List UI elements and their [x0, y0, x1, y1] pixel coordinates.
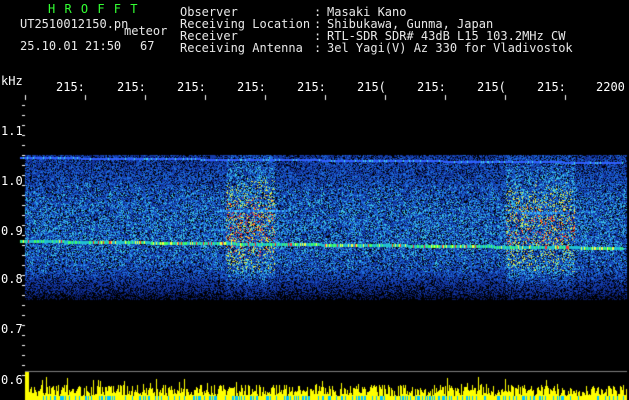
spectrogram-canvas — [0, 0, 629, 400]
x-tick-label: 215: — [117, 80, 146, 94]
meteor-label: meteor — [124, 24, 168, 38]
meteor-count: 67 — [140, 39, 155, 53]
filename-label: UT2510012150.pn — [20, 17, 129, 31]
y-tick-label: 0.7 — [1, 322, 23, 336]
y-tick-label: 0.9 — [1, 224, 23, 238]
value-antenna: 3el Yagi(V) Az 330 for Vladivostok — [327, 41, 573, 55]
x-tick-label: 215: — [177, 80, 206, 94]
y-tick-label: 0.8 — [1, 272, 23, 286]
x-tick-label: 2200 — [596, 80, 625, 94]
x-tick-label: 215: — [237, 80, 266, 94]
x-tick-label: 215( — [357, 80, 386, 94]
x-tick-label: 215( — [477, 80, 506, 94]
colon-antenna: : — [314, 41, 322, 55]
app-title: H R O F F T — [48, 2, 139, 16]
y-tick-label: 0.6 — [1, 373, 23, 387]
datetime-label: 25.10.01 21:50 — [20, 39, 122, 53]
y-tick-label: 1.0 — [1, 174, 23, 188]
y-tick-label: 1.1 — [1, 124, 23, 138]
x-tick-label: 215: — [537, 80, 566, 94]
x-tick-label: 215: — [56, 80, 85, 94]
label-antenna: Receiving Antenna — [180, 41, 303, 55]
x-tick-label: 215: — [297, 80, 326, 94]
y-unit-label: kHz — [1, 74, 23, 88]
x-tick-label: 215: — [417, 80, 446, 94]
